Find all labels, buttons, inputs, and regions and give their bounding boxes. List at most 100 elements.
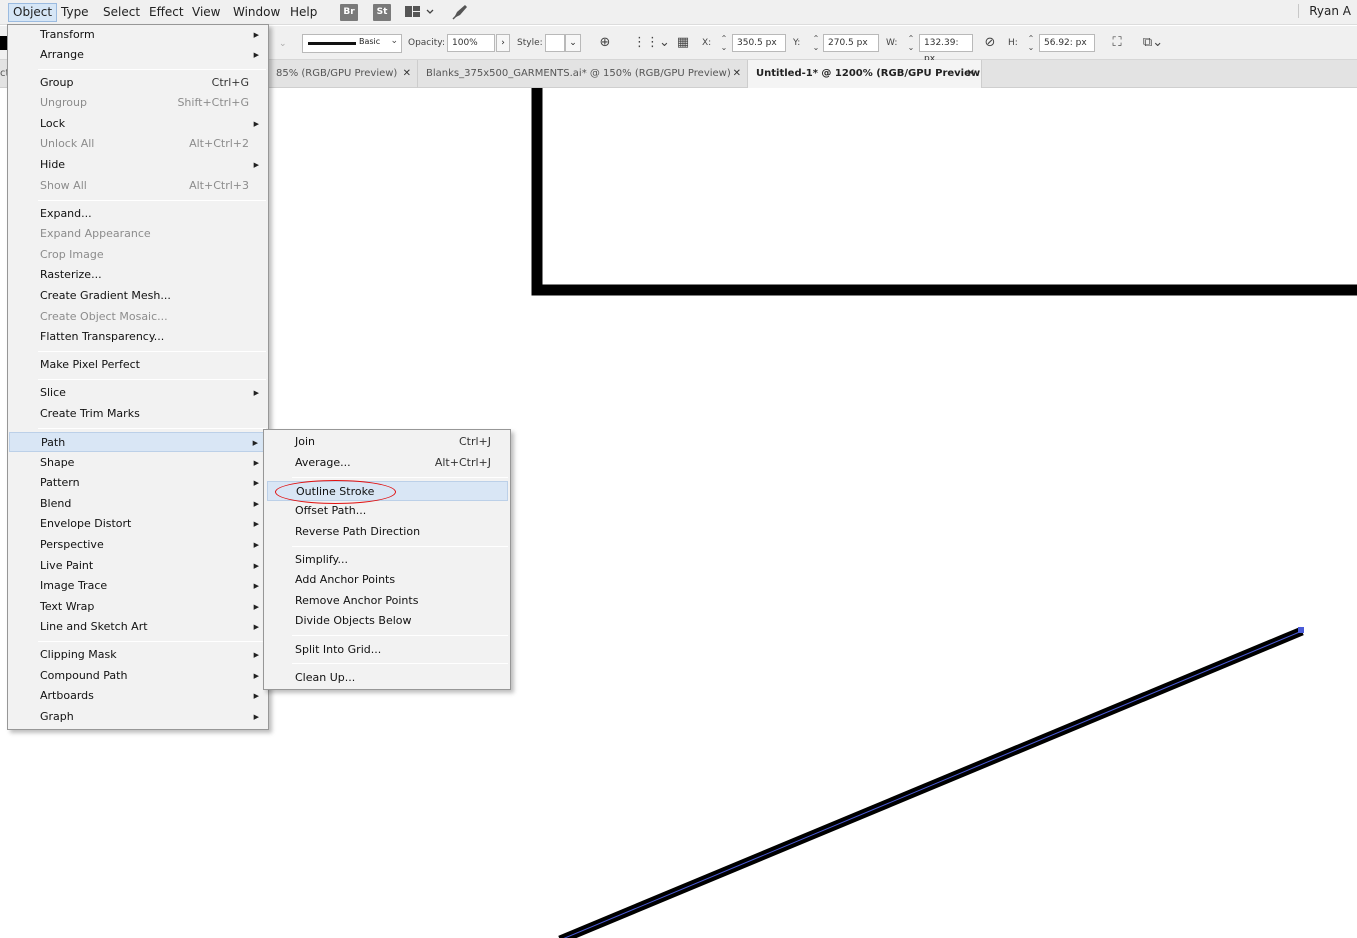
menu-item-arrange[interactable]: Arrange ▶ xyxy=(9,45,267,65)
opacity-input[interactable]: 100% xyxy=(447,34,495,52)
menu-view[interactable]: View xyxy=(188,3,224,22)
x-label: X: xyxy=(702,38,712,48)
submenu-arrow-icon: ▶ xyxy=(253,120,259,128)
menu-item-path[interactable]: Path ▶ xyxy=(9,432,267,452)
close-icon[interactable]: ✕ xyxy=(403,60,411,88)
menu-item-pattern[interactable]: Pattern ▶ xyxy=(9,473,267,493)
menu-separator xyxy=(38,351,266,352)
stroke-weight-dropdown-icon[interactable]: ⌄ xyxy=(279,36,297,52)
menu-item-unlock-all[interactable]: Unlock All Alt+Ctrl+2 xyxy=(9,134,267,154)
arrange-documents-icon[interactable]: ⧉⌄ xyxy=(1138,35,1168,51)
h-stepper-icon[interactable]: ⌃ ⌄ xyxy=(1026,34,1036,52)
menu-help[interactable]: Help xyxy=(286,3,321,22)
menu-item-slice[interactable]: Slice ▶ xyxy=(9,383,267,403)
menu-item-simplify[interactable]: Simplify... xyxy=(265,550,509,570)
tab-label: 85% (RGB/GPU Preview) xyxy=(276,68,398,79)
submenu-arrow-icon: ▶ xyxy=(253,51,259,59)
menu-item-perspective[interactable]: Perspective ▶ xyxy=(9,535,267,555)
anchor-point[interactable] xyxy=(1298,627,1304,633)
menu-item-create-gradient-mesh[interactable]: Create Gradient Mesh... xyxy=(9,286,267,306)
menu-item-create-trim-marks[interactable]: Create Trim Marks xyxy=(9,404,267,424)
menu-item-flatten-transparency[interactable]: Flatten Transparency... xyxy=(9,327,267,347)
menu-item-crop-image[interactable]: Crop Image xyxy=(9,245,267,265)
close-icon[interactable]: ✕ xyxy=(733,60,741,88)
rectangle-shape[interactable] xyxy=(531,88,1357,296)
fill-swatch[interactable] xyxy=(0,36,7,50)
menu-item-show-all[interactable]: Show All Alt+Ctrl+3 xyxy=(9,176,267,196)
menu-item-remove-anchor-points[interactable]: Remove Anchor Points xyxy=(265,591,509,611)
menu-window[interactable]: Window xyxy=(229,3,284,22)
menu-item-transform[interactable]: Transform ▶ xyxy=(9,25,267,45)
submenu-arrow-icon: ▶ xyxy=(253,562,259,570)
menu-item-artboards[interactable]: Artboards ▶ xyxy=(9,686,267,706)
submenu-arrow-icon: ▶ xyxy=(253,389,259,397)
menu-item-make-pixel-perfect[interactable]: Make Pixel Perfect xyxy=(9,355,267,375)
path-submenu: Join Ctrl+J Average... Alt+Ctrl+J Outline … xyxy=(263,429,511,690)
menu-item-image-trace[interactable]: Image Trace ▶ xyxy=(9,576,267,596)
submenu-arrow-icon: ▶ xyxy=(253,672,259,680)
menu-item-split-into-grid[interactable]: Split Into Grid... xyxy=(265,640,509,660)
menu-item-text-wrap[interactable]: Text Wrap ▶ xyxy=(9,597,267,617)
stroke-preview-line xyxy=(308,42,356,45)
recolor-artwork-icon[interactable]: ⊕ xyxy=(596,35,614,51)
menu-item-reverse-path-direction[interactable]: Reverse Path Direction xyxy=(265,522,509,542)
menu-item-outline-stroke[interactable]: Outline Stroke xyxy=(267,481,508,501)
object-menu: Transform ▶ Arrange ▶ Group Ctrl+G Ungroup S… xyxy=(7,24,269,730)
menu-effect[interactable]: Effect xyxy=(145,3,188,22)
menu-item-rasterize[interactable]: Rasterize... xyxy=(9,265,267,285)
close-icon[interactable]: ✕ xyxy=(967,60,975,88)
rocket-icon[interactable] xyxy=(451,3,469,21)
menu-item-ungroup[interactable]: Ungroup Shift+Ctrl+G xyxy=(9,93,267,113)
menu-item-graph[interactable]: Graph ▶ xyxy=(9,707,267,727)
align-selection-icon[interactable]: ⋮⋮⌄ xyxy=(633,35,670,51)
menu-item-lock[interactable]: Lock ▶ xyxy=(9,114,267,134)
width-input[interactable]: 132.39: px xyxy=(919,34,973,64)
stroke-profile-label: Basic xyxy=(359,37,381,46)
menu-separator xyxy=(292,663,508,664)
bridge-icon[interactable]: Br xyxy=(340,4,358,21)
menu-item-clean-up[interactable]: Clean Up... xyxy=(265,668,509,688)
menu-item-hide[interactable]: Hide ▶ xyxy=(9,155,267,175)
isolate-object-icon[interactable]: ⛶ xyxy=(1108,35,1126,51)
menu-separator xyxy=(292,635,508,636)
tab-document-active[interactable]: Untitled-1* @ 1200% (RGB/GPU Preview) ✕ xyxy=(748,60,982,88)
menu-item-line-and-sketch-art[interactable]: Line and Sketch Art ▶ xyxy=(9,617,267,637)
menu-item-create-object-mosaic[interactable]: Create Object Mosaic... xyxy=(9,307,267,327)
y-position-input[interactable]: 270.5 px xyxy=(823,34,879,52)
menu-item-add-anchor-points[interactable]: Add Anchor Points xyxy=(265,570,509,590)
reference-point-icon[interactable]: ▦ xyxy=(674,35,692,51)
menu-item-group[interactable]: Group Ctrl+G xyxy=(9,73,267,93)
menu-item-live-paint[interactable]: Live Paint ▶ xyxy=(9,556,267,576)
y-stepper-icon[interactable]: ⌃ ⌄ xyxy=(811,34,821,52)
menu-item-divide-objects-below[interactable]: Divide Objects Below xyxy=(265,611,509,631)
workspace-layout-icon[interactable] xyxy=(405,5,435,19)
tab-document-2[interactable]: Blanks_375x500_GARMENTS.ai* @ 150% (RGB/… xyxy=(418,60,748,88)
stroke-profile-dropdown[interactable]: Basic ⌄ xyxy=(302,34,402,53)
graphic-style-swatch[interactable] xyxy=(545,34,565,52)
menu-item-shape[interactable]: Shape ▶ xyxy=(9,453,267,473)
w-stepper-icon[interactable]: ⌃ ⌄ xyxy=(906,34,916,52)
menu-item-average[interactable]: Average... Alt+Ctrl+J xyxy=(265,453,509,473)
menu-item-compound-path[interactable]: Compound Path ▶ xyxy=(9,666,267,686)
x-stepper-icon[interactable]: ⌃ ⌄ xyxy=(719,34,729,52)
stock-icon[interactable]: St xyxy=(373,4,391,21)
opacity-arrow-icon[interactable]: › xyxy=(496,34,510,52)
menu-item-expand[interactable]: Expand... xyxy=(9,204,267,224)
menu-item-join[interactable]: Join Ctrl+J xyxy=(265,432,509,452)
submenu-arrow-icon: ▶ xyxy=(253,479,259,487)
menu-type[interactable]: Type xyxy=(57,3,93,22)
w-label: W: xyxy=(886,38,898,48)
menu-object[interactable]: Object xyxy=(8,3,58,22)
link-constrain-icon[interactable]: ⊘ xyxy=(981,35,999,51)
menu-select[interactable]: Select xyxy=(99,3,144,22)
menu-item-clipping-mask[interactable]: Clipping Mask ▶ xyxy=(9,645,267,665)
style-dropdown-icon[interactable]: ⌄ xyxy=(565,34,581,52)
user-name[interactable]: Ryan A xyxy=(1298,4,1351,18)
x-position-input[interactable]: 350.5 px xyxy=(732,34,786,52)
height-input[interactable]: 56.92: px xyxy=(1039,34,1095,52)
menu-item-envelope-distort[interactable]: Envelope Distort ▶ xyxy=(9,514,267,534)
menu-item-expand-appearance[interactable]: Expand Appearance xyxy=(9,224,267,244)
menu-item-blend[interactable]: Blend ▶ xyxy=(9,494,267,514)
tab-document-1[interactable]: 85% (RGB/GPU Preview) ✕ xyxy=(268,60,418,88)
menu-item-offset-path[interactable]: Offset Path... xyxy=(265,501,509,521)
